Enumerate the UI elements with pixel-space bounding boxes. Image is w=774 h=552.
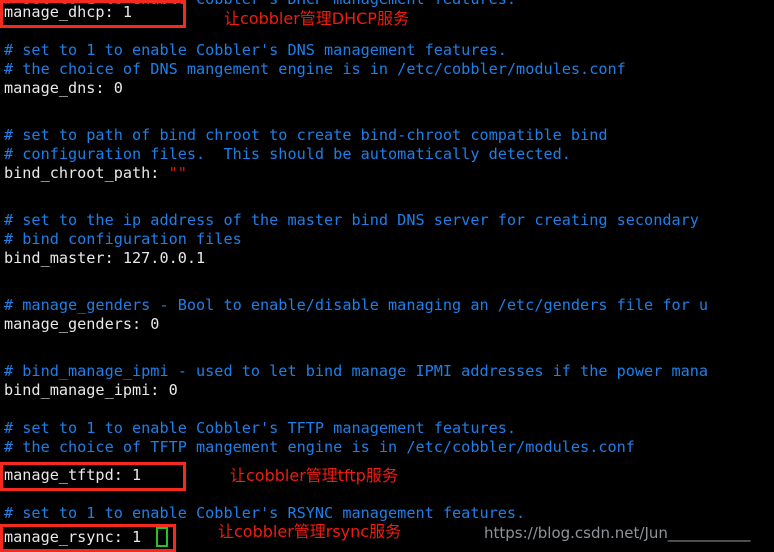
terminal-line: manage_dns: 0	[4, 79, 123, 98]
config-setting-text: bind_manage_ipmi: 0	[4, 381, 178, 399]
watermark-url: https://blog.csdn.net/Jun___________	[484, 524, 751, 542]
terminal-line: # set to 1 to enable Cobbler's RSYNC man…	[4, 504, 525, 523]
annotation-tftp: 让cobbler管理tftp服务	[230, 466, 398, 485]
config-comment-text: # set to 1 to enable Cobbler's TFTP mana…	[4, 419, 517, 437]
config-comment-text: # manage_genders - Bool to enable/disabl…	[4, 296, 709, 314]
terminal-line: manage_rsync: 1	[4, 528, 141, 547]
annotation-dhcp: 让cobbler管理DHCP服务	[224, 9, 409, 28]
config-setting-text: bind_master: 127.0.0.1	[4, 249, 206, 267]
terminal-line: # the choice of DNS mangement engine is …	[4, 60, 626, 79]
config-comment-text: # set to 1 to enable Cobbler's DNS manag…	[4, 41, 507, 59]
config-comment-text: # bind configuration files	[4, 230, 242, 248]
config-setting-text: manage_dhcp: 1	[4, 3, 133, 21]
terminal-line: # set to the ip address of the master bi…	[4, 211, 699, 230]
config-comment-text: # the choice of TFTP mangement engine is…	[4, 438, 635, 456]
config-comment-text: # configuration files. This should be au…	[4, 145, 571, 163]
terminal-line: manage_genders: 0	[4, 315, 159, 334]
annotation-rsync: 让cobbler管理rsync服务	[218, 522, 402, 541]
terminal-line: # the choice of TFTP mangement engine is…	[4, 438, 635, 457]
terminal-line: manage_dhcp: 1	[4, 3, 132, 22]
terminal-line: # bind_manage_ipmi - used to let bind ma…	[4, 362, 708, 381]
config-setting-text: manage_dns: 0	[4, 79, 123, 97]
terminal-line: bind_chroot_path: ""	[4, 164, 187, 183]
config-setting-text: bind_chroot_path:	[4, 164, 169, 182]
config-setting-text: manage_rsync: 1	[4, 528, 142, 546]
terminal-line: manage_tftpd: 1	[4, 466, 141, 485]
config-comment-text: # set to path of bind chroot to create b…	[4, 126, 608, 144]
config-comment-text: # set to 1 to enable Cobbler's RSYNC man…	[4, 504, 526, 522]
config-comment-text: # the choice of DNS mangement engine is …	[4, 60, 626, 78]
terminal-line: bind_manage_ipmi: 0	[4, 381, 178, 400]
terminal-line: # manage_genders - Bool to enable/disabl…	[4, 296, 708, 315]
terminal-line: # configuration files. This should be au…	[4, 145, 571, 164]
config-string-value: ""	[168, 164, 187, 182]
terminal-line: # set to path of bind chroot to create b…	[4, 126, 607, 145]
config-comment-text: # set to the ip address of the master bi…	[4, 211, 699, 229]
config-setting-text: manage_genders: 0	[4, 315, 160, 333]
terminal-line: # bind configuration files	[4, 230, 242, 249]
vim-block-cursor	[156, 527, 168, 547]
config-comment-text: # bind_manage_ipmi - used to let bind ma…	[4, 362, 709, 380]
terminal-line: # set to 1 to enable Cobbler's DNS manag…	[4, 41, 507, 60]
terminal-line: # set to 1 to enable Cobbler's TFTP mana…	[4, 419, 516, 438]
terminal-line: bind_master: 127.0.0.1	[4, 249, 205, 268]
config-setting-text: manage_tftpd: 1	[4, 466, 142, 484]
